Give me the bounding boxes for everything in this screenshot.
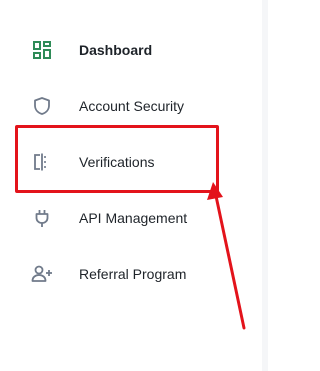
page: Dashboard Account Security Verifications… — [0, 0, 268, 371]
annotation-arrow — [207, 182, 246, 330]
